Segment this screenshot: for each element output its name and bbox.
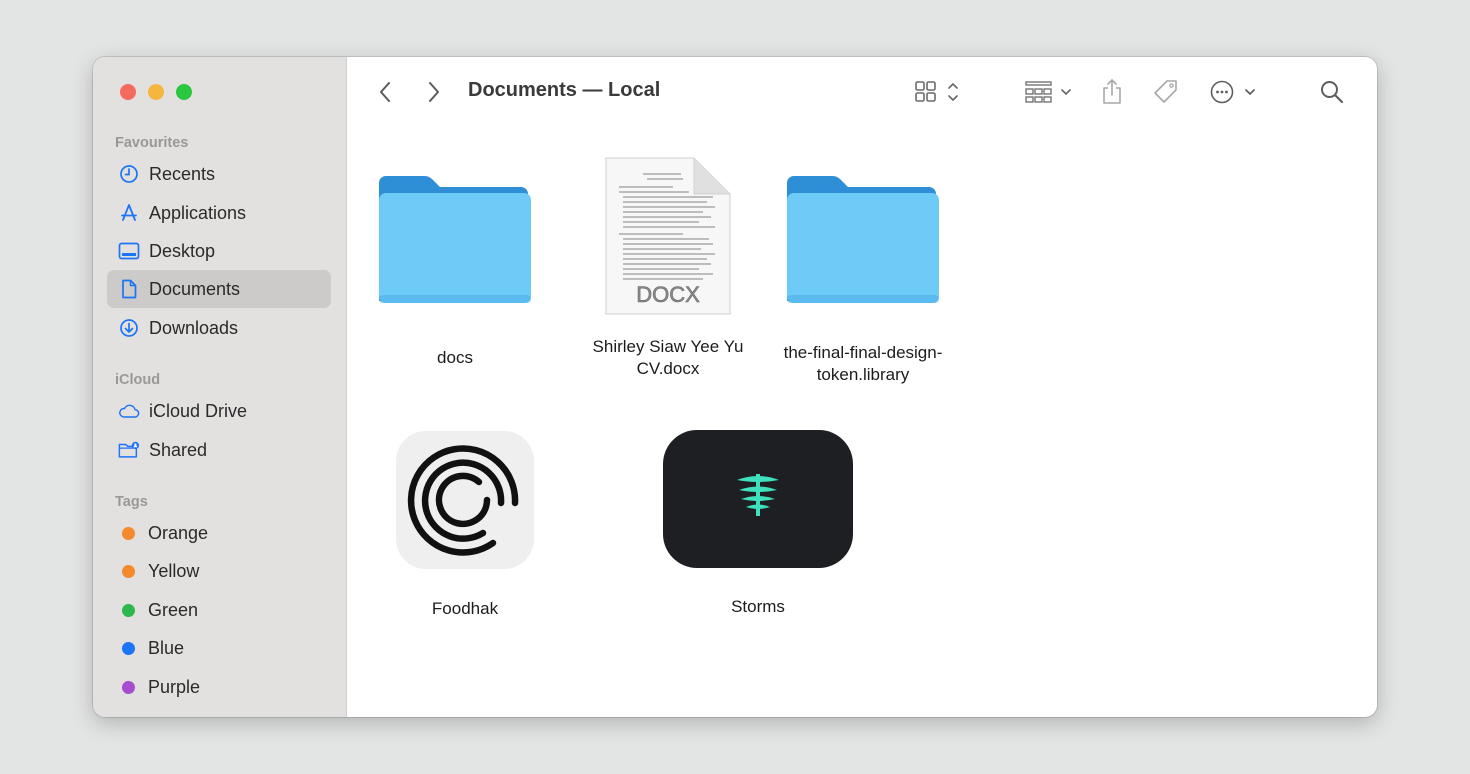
tag-icon <box>1154 80 1177 103</box>
sidebar-item-downloads[interactable]: Downloads <box>107 309 331 347</box>
finder-window: Favourites Recents Applications Desktop … <box>93 57 1377 717</box>
foodhak-app-icon <box>396 431 534 569</box>
close-window-button[interactable] <box>120 84 136 100</box>
sidebar: Favourites Recents Applications Desktop … <box>93 57 347 717</box>
group-by-button[interactable] <box>1023 77 1079 107</box>
share-button[interactable] <box>1097 77 1127 107</box>
folder-icon <box>787 176 939 303</box>
sidebar-tag-blue[interactable]: Blue <box>107 629 331 667</box>
sidebar-item-label: Green <box>148 599 199 620</box>
sidebar-tag-orange[interactable]: Orange <box>107 514 331 552</box>
tag-dot <box>122 526 135 540</box>
icon-view-icon <box>915 81 958 102</box>
sidebar-item-applications[interactable]: Applications <box>107 194 331 232</box>
tag-dot <box>122 603 135 617</box>
view-mode-button[interactable] <box>913 77 965 107</box>
sidebar-item-label: Applications <box>149 202 247 223</box>
sidebar-item-label: Desktop <box>149 240 216 261</box>
main-content: Documents — Local docs DOCX Shirley Siaw… <box>347 57 1377 717</box>
tag-button[interactable] <box>1149 77 1183 107</box>
chevron-left-icon <box>380 82 390 102</box>
file-item-cv-docx[interactable]: DOCX Shirley Siaw Yee Yu CV.docx <box>573 154 763 380</box>
file-name: Storms <box>731 597 785 616</box>
sidebar-tag-green[interactable]: Green <box>107 591 331 629</box>
favourites-heading: Favourites <box>115 135 189 151</box>
share-icon <box>1103 79 1121 104</box>
icloud-heading: iCloud <box>115 372 161 388</box>
file-name: docs <box>437 348 473 367</box>
sidebar-item-label: Blue <box>148 637 185 658</box>
sidebar-tag-yellow[interactable]: Yellow <box>107 552 331 590</box>
document-icon <box>118 278 140 300</box>
file-item-foodhak[interactable]: Foodhak <box>385 430 545 620</box>
tag-dot <box>122 680 135 694</box>
sidebar-item-label: Shared <box>149 439 208 460</box>
zoom-window-button[interactable] <box>176 84 192 100</box>
sidebar-item-label: Recents <box>149 163 216 184</box>
minimize-window-button[interactable] <box>148 84 164 100</box>
cloud-icon <box>118 400 140 422</box>
sidebar-item-label: iCloud Drive <box>149 400 248 421</box>
sidebar-item-icloud-drive[interactable]: iCloud Drive <box>107 392 331 430</box>
tags-heading: Tags <box>115 494 148 510</box>
file-item-docs[interactable]: docs <box>375 167 535 369</box>
search-icon <box>1321 81 1344 104</box>
docx-file-icon: DOCX <box>605 157 731 315</box>
sidebar-item-label: Documents <box>149 278 241 299</box>
storms-app-icon <box>663 430 853 568</box>
docx-badge: DOCX <box>636 282 700 307</box>
forward-button[interactable] <box>422 79 446 105</box>
sidebar-item-shared[interactable]: Shared <box>107 431 331 469</box>
file-item-storms[interactable]: Storms <box>663 430 853 618</box>
sidebar-item-desktop[interactable]: Desktop <box>107 232 331 270</box>
file-item-design-token-library[interactable]: the-final-final-design- token.library <box>768 167 958 386</box>
clock-icon <box>118 163 140 185</box>
sidebar-item-label: Orange <box>148 522 209 543</box>
file-name: the-final-final-design- token.library <box>783 343 943 384</box>
folder-icon <box>379 176 531 303</box>
ellipsis-circle-icon <box>1210 80 1255 104</box>
toolbar: Documents — Local <box>347 57 1377 127</box>
sidebar-item-recents[interactable]: Recents <box>107 155 331 193</box>
file-name: Shirley Siaw Yee Yu CV.docx <box>592 337 744 378</box>
applications-icon <box>118 202 140 224</box>
sidebar-item-label: Purple <box>148 676 201 697</box>
back-button[interactable] <box>373 79 397 105</box>
tag-dot <box>122 564 135 578</box>
search-button[interactable] <box>1317 77 1347 107</box>
shared-folder-icon <box>118 439 140 461</box>
sidebar-tag-purple[interactable]: Purple <box>107 668 331 706</box>
desktop-icon <box>118 240 140 262</box>
download-icon <box>118 317 140 339</box>
sidebar-item-documents[interactable]: Documents <box>107 270 331 308</box>
chevron-right-icon <box>429 82 439 102</box>
more-actions-button[interactable] <box>1207 77 1261 107</box>
group-icon <box>1025 81 1071 103</box>
window-title: Documents — Local <box>468 79 661 101</box>
sidebar-item-label: Yellow <box>148 560 200 581</box>
tag-dot <box>122 641 135 655</box>
sidebar-item-label: Downloads <box>149 317 239 338</box>
file-name: Foodhak <box>431 599 499 618</box>
